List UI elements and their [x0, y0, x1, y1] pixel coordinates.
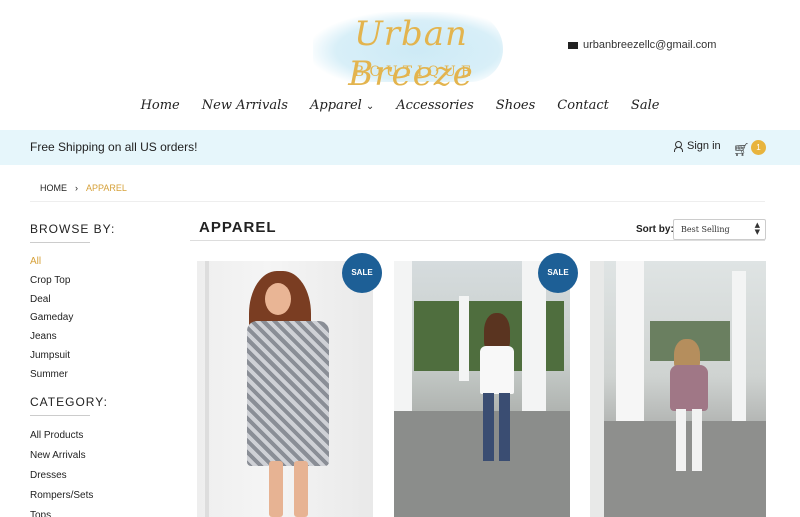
photo-detail — [590, 261, 604, 517]
browse-title: BROWSE BY: — [30, 222, 116, 236]
product-card[interactable] — [197, 261, 373, 517]
photo-detail — [732, 271, 746, 431]
sort-select[interactable]: Best Selling ▲ ▼ — [673, 219, 766, 240]
browse-item-gameday[interactable]: Gameday — [30, 309, 115, 328]
photo-detail — [459, 296, 469, 381]
divider — [30, 201, 765, 202]
product-card[interactable] — [590, 261, 766, 517]
user-icon — [674, 141, 683, 152]
browse-item-jeans[interactable]: Jeans — [30, 328, 115, 347]
envelope-icon — [568, 41, 578, 49]
photo-detail — [499, 393, 510, 461]
photo-detail — [480, 346, 514, 394]
chevron-down-icon: ⌄ — [365, 101, 375, 112]
breadcrumb-current: APPAREL — [86, 183, 127, 193]
main-nav: Home New Arrivals Apparel ⌄ Accessories S… — [0, 98, 800, 113]
browse-item-crop-top[interactable]: Crop Top — [30, 272, 115, 291]
photo-detail — [294, 461, 308, 517]
chevron-right-icon: › — [75, 183, 78, 193]
logo-subtitle: BOUTIQUE — [353, 64, 477, 80]
photo-detail — [676, 409, 686, 471]
nav-new-arrivals[interactable]: New Arrivals — [202, 98, 288, 113]
photo-detail — [522, 261, 546, 436]
nav-accessories[interactable]: Accessories — [396, 98, 474, 113]
sale-badge: SALE — [538, 253, 578, 293]
nav-apparel[interactable]: Apparel ⌄ — [310, 98, 374, 113]
sort-value: Best Selling — [681, 225, 730, 234]
cart-button[interactable]: 🛒︎ 1 — [733, 140, 767, 157]
page-title: APPAREL — [199, 219, 277, 236]
divider — [30, 415, 90, 416]
breadcrumb-home[interactable]: HOME — [40, 183, 67, 193]
photo-detail — [269, 461, 283, 517]
category-item-dresses[interactable]: Dresses — [30, 466, 108, 486]
category-item-tops[interactable]: Tops — [30, 506, 108, 517]
email-text: urbanbreezellc@gmail.com — [583, 39, 717, 51]
nav-shoes[interactable]: Shoes — [496, 98, 535, 113]
sign-in-link[interactable]: Sign in — [674, 140, 721, 152]
nav-contact[interactable]: Contact — [557, 98, 609, 113]
divider — [30, 242, 90, 243]
cart-icon: 🛒︎ — [733, 142, 750, 157]
photo-detail — [247, 321, 329, 466]
shipping-message: Free Shipping on all US orders! — [30, 140, 198, 154]
sale-badge: SALE — [342, 253, 382, 293]
browse-item-summer[interactable]: Summer — [30, 366, 115, 385]
category-item-rompers-sets[interactable]: Rompers/Sets — [30, 486, 108, 506]
category-title: CATEGORY: — [30, 395, 108, 409]
browse-item-deal[interactable]: Deal — [30, 291, 115, 310]
category-item-all-products[interactable]: All Products — [30, 426, 108, 446]
browse-item-jumpsuit[interactable]: Jumpsuit — [30, 347, 115, 366]
breadcrumb: HOME › APPAREL — [40, 183, 127, 193]
email-contact[interactable]: urbanbreezellc@gmail.com — [568, 39, 716, 51]
shipping-banner: Free Shipping on all US orders! Sign in — [0, 130, 800, 165]
browse-item-all[interactable]: All — [30, 253, 115, 272]
nav-apparel-label: Apparel — [309, 98, 362, 113]
sign-in-label: Sign in — [687, 140, 721, 152]
sort-label: Sort by: — [636, 224, 674, 235]
logo[interactable]: Urban Breeze BOUTIQUE — [305, 8, 510, 94]
nav-home[interactable]: Home — [141, 98, 180, 113]
photo-detail — [394, 411, 570, 517]
browse-filter: BROWSE BY: All Crop Top Deal Gameday Jea… — [30, 222, 115, 385]
photo-detail — [265, 283, 291, 315]
logo-script: Urban Breeze — [348, 14, 474, 94]
nav-sale[interactable]: Sale — [631, 98, 660, 113]
photo-detail — [483, 393, 494, 461]
divider — [190, 240, 765, 241]
photo-detail — [692, 409, 702, 471]
cart-count-badge: 1 — [751, 140, 766, 155]
photo-detail — [670, 365, 708, 411]
category-item-new-arrivals[interactable]: New Arrivals — [30, 446, 108, 466]
category-filter: CATEGORY: All Products New Arrivals Dres… — [30, 395, 108, 517]
product-card[interactable] — [394, 261, 570, 517]
photo-detail — [205, 261, 209, 517]
select-arrows-icon: ▲ ▼ — [754, 221, 760, 236]
